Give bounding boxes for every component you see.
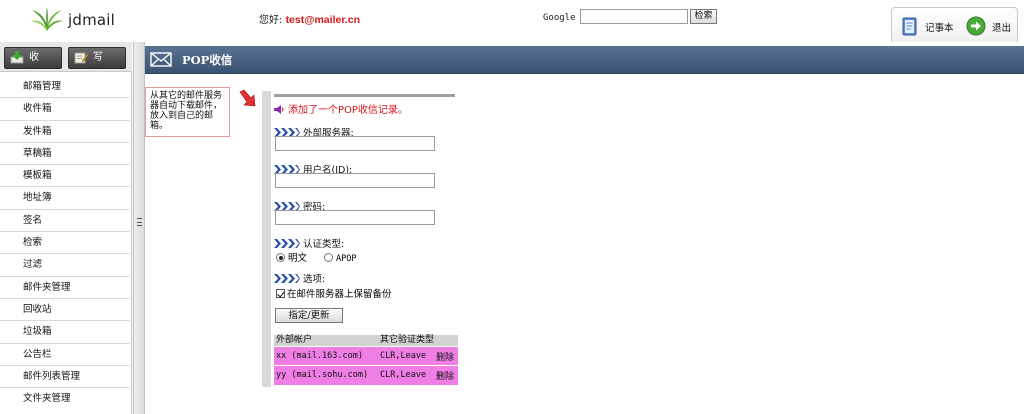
sidebar-item-junk[interactable]: 垃圾箱 (0, 321, 130, 344)
set-update-button[interactable]: 指定/更新 (275, 308, 343, 323)
form-leftbar (262, 91, 271, 387)
account-cell: yy (mail.sohu.com) (274, 365, 378, 385)
sidebar-item-recycle-bin[interactable]: 回收站 (0, 299, 130, 322)
pointer-arrow-icon (239, 89, 256, 107)
auth-type-cell: CLR,Leave (378, 365, 433, 385)
table-header-row: 外部帐户 其它验证类型 (274, 335, 458, 347)
notepad-label: 记事本 (925, 23, 954, 34)
status-notice-text: 添加了一个POP收信记录。 (288, 105, 408, 116)
table-row: yy (mail.sohu.com) CLR,Leave 删除 (274, 365, 458, 385)
greeting-label: 您好: (259, 15, 283, 26)
sidebar-item-address-book[interactable]: 地址簿 (0, 187, 130, 210)
auth-type-label: 认证类型: (274, 236, 344, 250)
sidebar: 收 信 写 信 邮箱管理 收件箱 发件箱 草稿箱 模板箱 地址簿 签名 检索 过… (0, 42, 132, 414)
sidebar-tabs: 收 信 写 信 (0, 42, 132, 83)
table-row: xx (mail.163.com) CLR,Leave 删除 (274, 346, 458, 366)
password-input[interactable] (275, 210, 435, 225)
logout-arrow-icon (966, 16, 986, 36)
sidebar-item-mailbox-management[interactable]: 邮箱管理 (0, 76, 130, 99)
form-divider (274, 94, 455, 97)
user-email: test@mailer.cn (285, 14, 361, 26)
sidebar-item-inbox[interactable]: 收件箱 (0, 98, 130, 121)
speaker-icon (274, 105, 284, 114)
auth-type-cell: CLR,Leave (378, 346, 433, 366)
auth-type-label-text: 认证类型: (303, 239, 345, 250)
status-notice: 添加了一个POP收信记录。 (274, 101, 408, 116)
tab-inbox[interactable]: 收 信 (4, 47, 62, 83)
username-input[interactable] (275, 173, 435, 188)
chevron-right-icon (274, 239, 300, 248)
search-label: Google (543, 13, 576, 23)
page-title: POP收信 (182, 53, 233, 67)
sidebar-item-file-folders[interactable]: 文件夹管理 (0, 388, 130, 410)
sidebar-item-bulletin[interactable]: 公告栏 (0, 344, 130, 366)
delete-link[interactable]: 删除 (432, 346, 458, 366)
delete-link[interactable]: 删除 (432, 365, 458, 385)
keep-copy-option: 在邮件服务器上保留备份 (276, 286, 392, 300)
notepad-icon (902, 17, 917, 36)
envelope-icon (150, 52, 172, 67)
header: jdmail 您好: test@mailer.cn Google 检索 记事本 … (0, 0, 1024, 42)
sidebar-item-outbox[interactable]: 发件箱 (0, 121, 130, 143)
auth-type-radios: 明文 APOP (276, 250, 371, 264)
pop-accounts-table: 外部帐户 其它验证类型 xx (mail.163.com) CLR,Leave … (274, 335, 458, 385)
logout-button[interactable]: 退出 (966, 16, 1016, 36)
help-box: 从其它的邮件服务器自动下载邮件，放入到自己的邮箱。 (145, 87, 230, 137)
user-greeting: 您好: test@mailer.cn (259, 11, 360, 26)
sidebar-item-filter[interactable]: 过滤 (0, 254, 130, 277)
leaf-logo-icon (31, 7, 63, 31)
keep-copy-checkbox[interactable] (276, 289, 285, 298)
search-input[interactable] (580, 9, 688, 24)
content-titlebar: POP收信 (145, 46, 1024, 74)
compose-pencil-icon (74, 52, 88, 64)
server-input[interactable] (275, 136, 435, 151)
column-header-auth-type: 其它验证类型 (378, 335, 458, 347)
splitter-grip-icon[interactable] (137, 218, 142, 226)
sidebar-item-mail-folders[interactable]: 邮件夹管理 (0, 277, 130, 299)
tab-compose[interactable]: 写 信 (68, 47, 126, 83)
sidebar-item-signature[interactable]: 签名 (0, 210, 130, 233)
app-name: jdmail (68, 11, 116, 29)
sidebar-item-search[interactable]: 检索 (0, 232, 130, 255)
chevron-right-icon (274, 274, 300, 283)
sidebar-item-mailing-lists[interactable]: 邮件列表管理 (0, 366, 130, 389)
keep-copy-label[interactable]: 在邮件服务器上保留备份 (287, 289, 392, 300)
sidebar-menu: 邮箱管理 收件箱 发件箱 草稿箱 模板箱 地址簿 签名 检索 过滤 邮件夹管理 … (0, 76, 130, 410)
notepad-button[interactable]: 记事本 (900, 16, 962, 36)
sidebar-item-templates[interactable]: 模板箱 (0, 165, 130, 188)
auth-apop-label[interactable]: APOP (336, 254, 356, 264)
logo[interactable]: jdmail (30, 6, 150, 34)
tool-panel: 记事本 退出 (891, 7, 1018, 42)
options-label-text: 选项: (303, 274, 326, 285)
auth-plain-label[interactable]: 明文 (288, 253, 307, 264)
account-cell: xx (mail.163.com) (274, 346, 378, 366)
options-label: 选项: (274, 271, 325, 285)
auth-apop-radio[interactable] (324, 253, 334, 262)
sidebar-splitter[interactable] (133, 42, 145, 414)
logout-label: 退出 (992, 23, 1012, 34)
search-button[interactable]: 检索 (690, 9, 717, 24)
help-text: 从其它的邮件服务器自动下载邮件，放入到自己的邮箱。 (150, 91, 223, 131)
column-header-account: 外部帐户 (274, 335, 378, 347)
inbox-download-icon (10, 51, 24, 64)
auth-plain-radio[interactable] (276, 253, 285, 262)
sidebar-item-drafts[interactable]: 草稿箱 (0, 143, 130, 166)
